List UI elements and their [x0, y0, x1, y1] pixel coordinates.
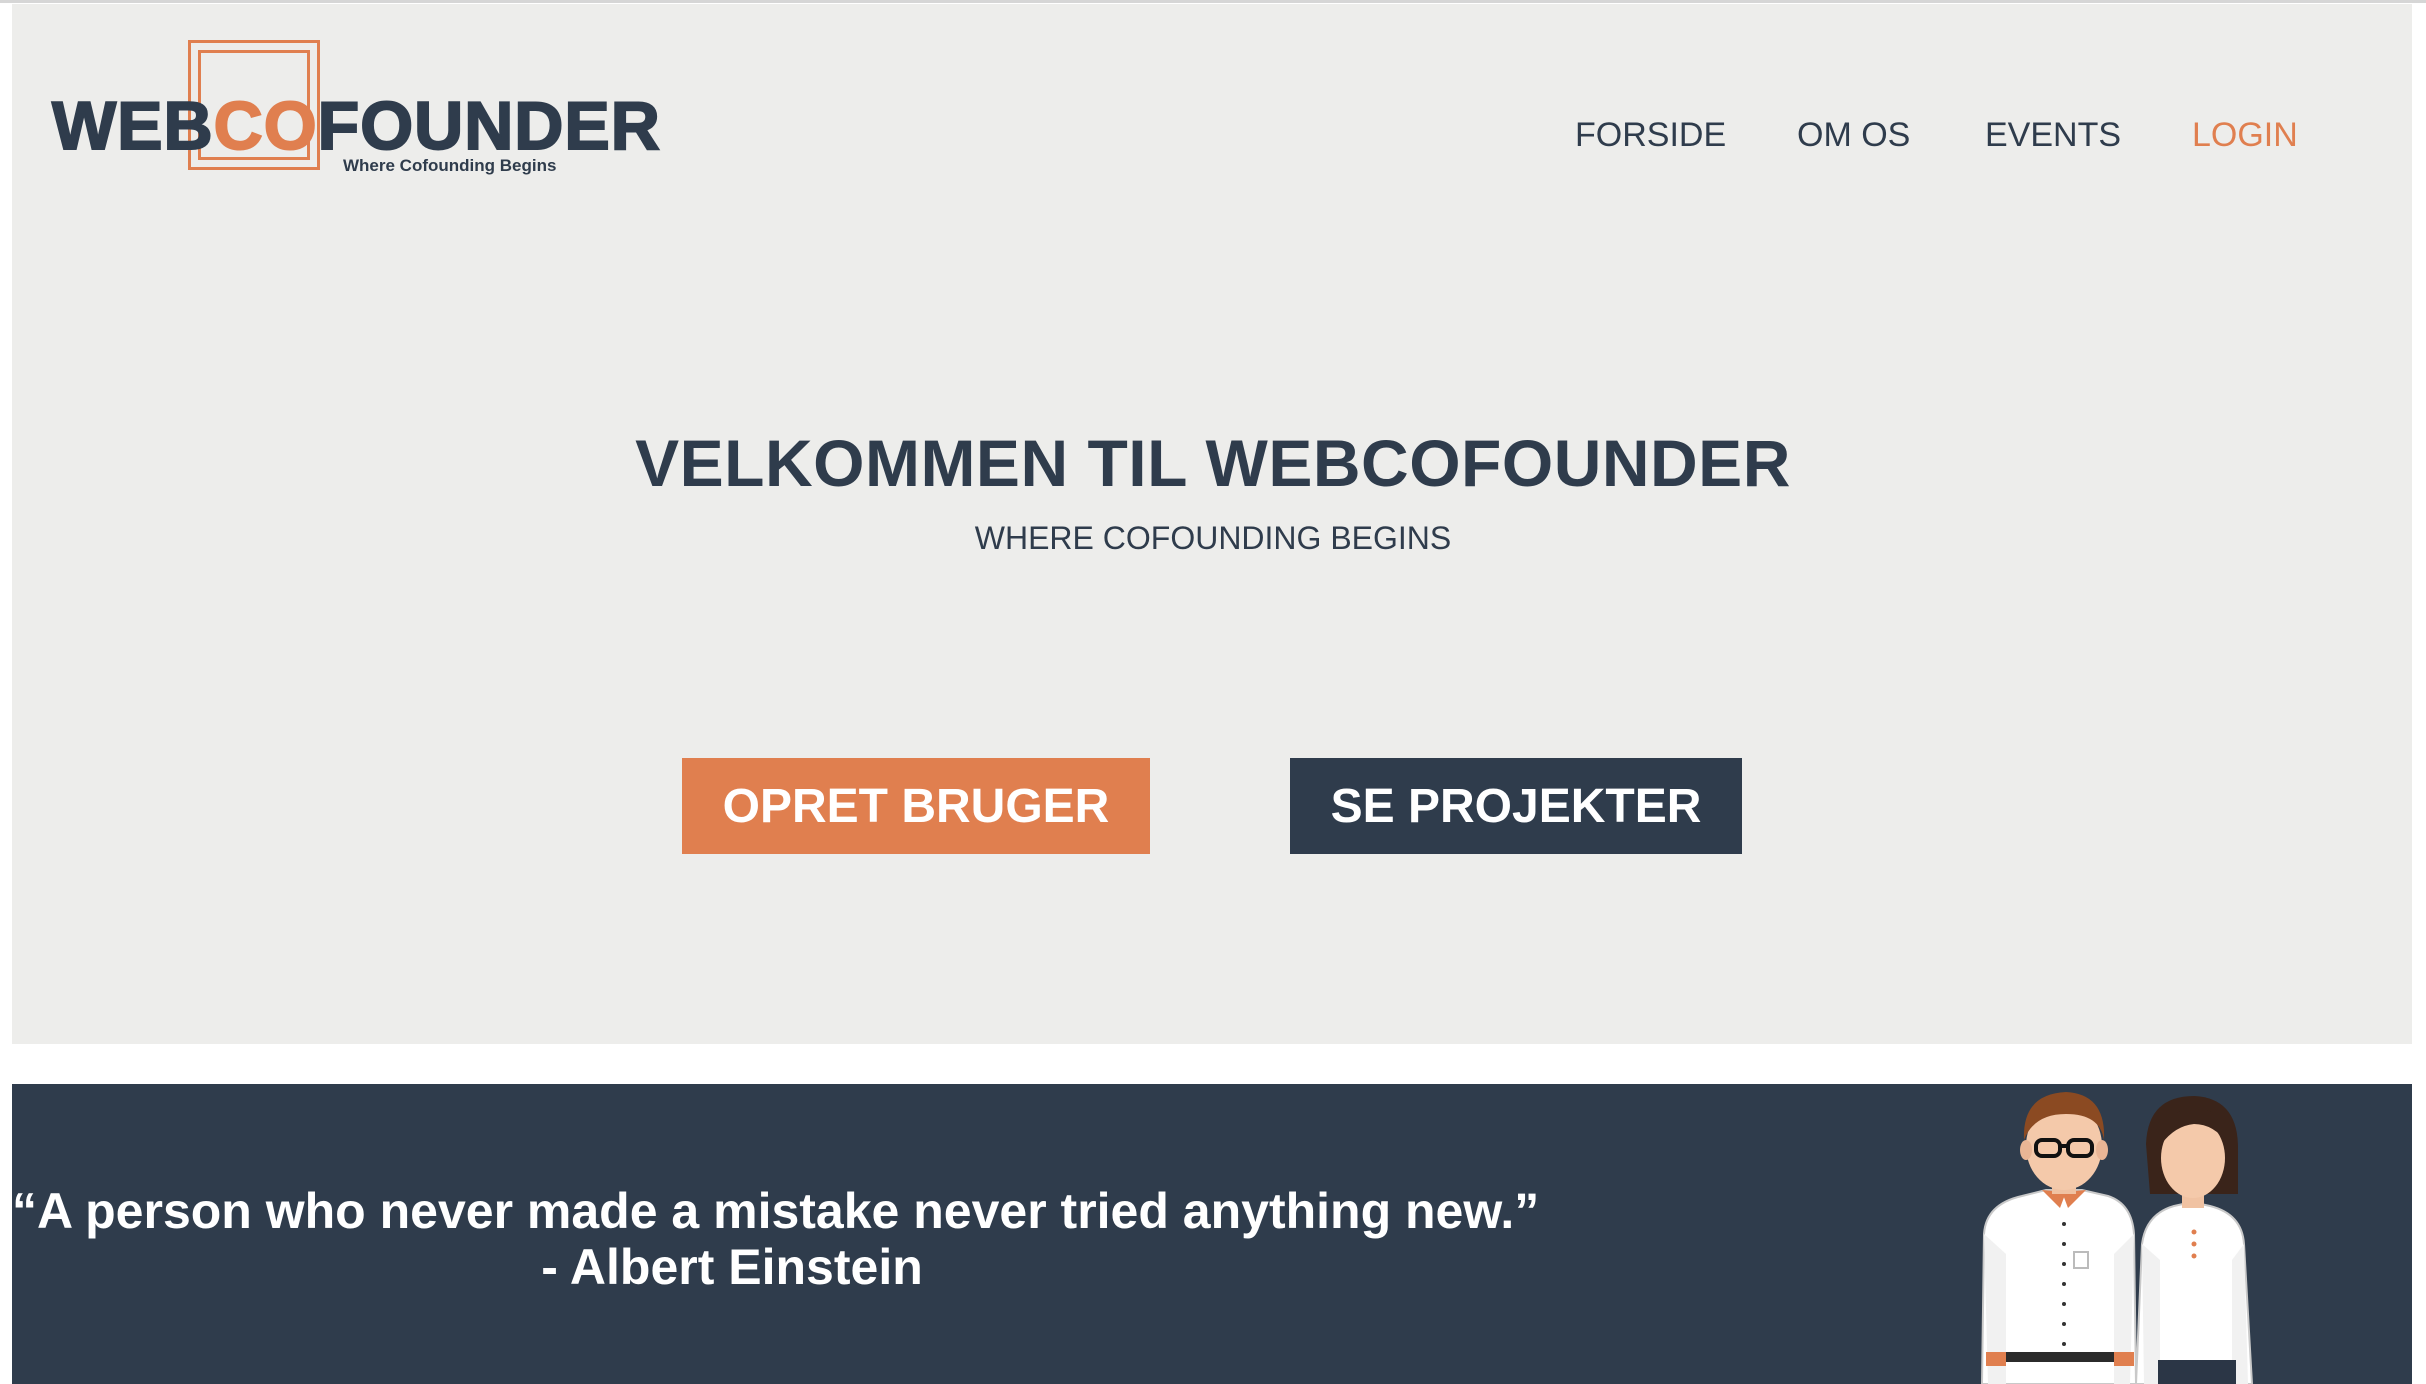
hero-subtitle: WHERE COFOUNDING BEGINS [974, 520, 1452, 556]
woman-figure [2134, 1096, 2254, 1384]
main-nav: FORSIDE OM OS EVENTS LOGIN [0, 118, 2426, 168]
see-projects-button[interactable]: SE PROJEKTER [1290, 758, 1742, 854]
quote-section: “A person who never made a mistake never… [12, 1084, 2412, 1384]
hero-title: VELKOMMEN TIL WEBCOFOUNDER [635, 426, 1791, 500]
man-figure [1980, 1092, 2138, 1384]
quote-author: - Albert Einstein [541, 1239, 923, 1295]
nav-item-events[interactable]: EVENTS [1985, 118, 2121, 152]
quote-text: “A person who never made a mistake never… [12, 1183, 1540, 1239]
nav-item-login[interactable]: LOGIN [2192, 118, 2298, 152]
top-divider [0, 0, 2426, 3]
cofounders-illustration [1980, 1092, 2254, 1384]
create-user-button[interactable]: OPRET BRUGER [682, 758, 1150, 854]
nav-item-forside[interactable]: FORSIDE [1575, 118, 1726, 152]
nav-item-om-os[interactable]: OM OS [1797, 118, 1910, 152]
